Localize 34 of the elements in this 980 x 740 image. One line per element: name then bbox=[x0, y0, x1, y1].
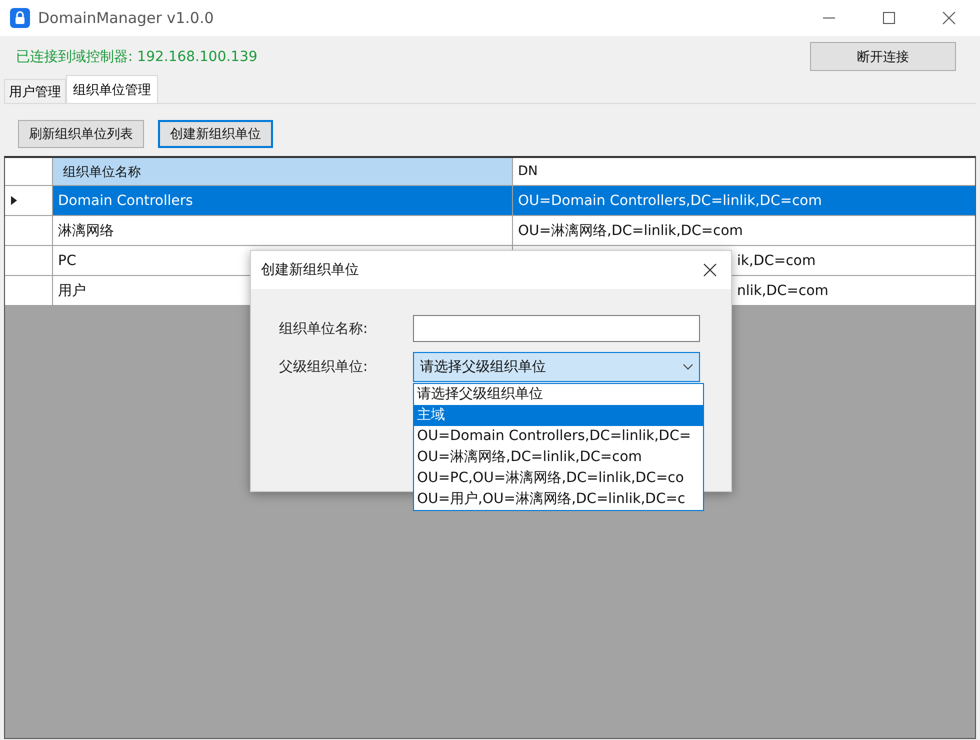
dropdown-option[interactable]: OU=淋漓网络,DC=linlik,DC=com bbox=[414, 447, 703, 468]
table-cell: Domain Controllers bbox=[53, 186, 513, 216]
tab[interactable]: 组织单位管理 bbox=[66, 75, 158, 103]
dropdown-option[interactable]: OU=Domain Controllers,DC=linlik,DC= bbox=[414, 426, 703, 447]
column-header[interactable]: 组织单位名称 bbox=[53, 158, 513, 186]
current-row-icon bbox=[11, 196, 17, 205]
maximize-icon[interactable] bbox=[882, 11, 896, 25]
dropdown-option[interactable]: OU=PC,OU=淋漓网络,DC=linlik,DC=co bbox=[414, 468, 703, 489]
field-label: 组织单位名称: bbox=[279, 320, 369, 338]
parent-dropdown[interactable]: 请选择父级组织单位 bbox=[413, 352, 700, 382]
row-header[interactable] bbox=[5, 276, 53, 306]
tab[interactable]: 用户管理 bbox=[4, 79, 66, 103]
row-header[interactable] bbox=[5, 186, 53, 216]
column-header[interactable]: DN bbox=[513, 158, 975, 186]
window-title: DomainManager v1.0.0 bbox=[38, 9, 214, 27]
dropdown-option[interactable]: OU=用户,OU=淋漓网络,DC=linlik,DC=c bbox=[414, 489, 703, 510]
dialog-title: 创建新组织单位 bbox=[261, 261, 359, 279]
lock-app-icon bbox=[10, 8, 30, 28]
dropdown-option[interactable]: 主域 bbox=[414, 405, 703, 426]
row-header[interactable] bbox=[5, 246, 53, 276]
name-input-field[interactable] bbox=[413, 315, 700, 342]
row-header[interactable] bbox=[5, 216, 53, 246]
table-cell: OU=Domain Controllers,DC=linlik,DC=com bbox=[513, 186, 975, 216]
chevron-down-icon bbox=[683, 364, 693, 370]
field-label: 父级组织单位: bbox=[279, 358, 369, 376]
disconnect-button[interactable]: 断开连接 bbox=[810, 42, 956, 71]
toolbar-button[interactable]: 创建新组织单位 bbox=[158, 120, 273, 148]
close-icon[interactable] bbox=[703, 263, 717, 277]
table-cell: OU=淋漓网络,DC=linlik,DC=com bbox=[513, 216, 975, 246]
toolbar-button[interactable]: 刷新组织单位列表 bbox=[18, 120, 144, 148]
dropdown-option[interactable]: 请选择父级组织单位 bbox=[414, 384, 703, 405]
connection-status: 已连接到域控制器: 192.168.100.139 bbox=[16, 48, 258, 66]
close-icon[interactable] bbox=[942, 11, 956, 25]
table-cell: 淋漓网络 bbox=[53, 216, 513, 246]
